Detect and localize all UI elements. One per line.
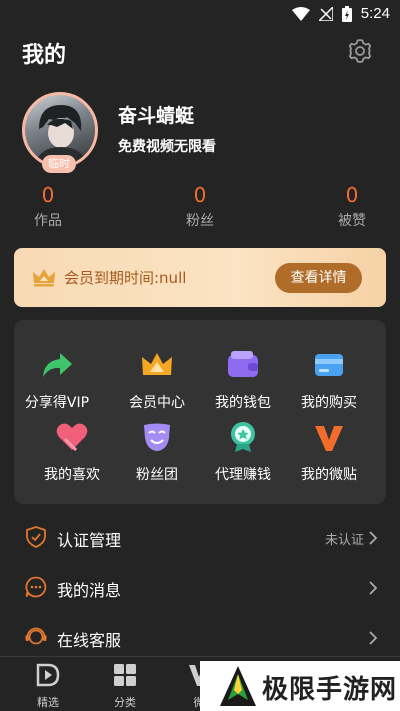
nav-item-featured[interactable]: 精选 [23,662,73,710]
view-details-button[interactable]: 查看详情 [275,263,362,293]
category-icon [114,664,136,686]
wallet-icon [228,351,258,377]
stat-value: 0 [41,183,55,207]
wifi-icon [291,6,310,21]
grid-item-wallet[interactable]: 我的钱包 [200,348,286,412]
stat-value: 0 [193,183,207,207]
user-subtitle: 免费视频无限看 [118,139,216,155]
medal-icon [231,422,255,452]
chevron-right-icon [369,631,378,645]
grid-item-purchases[interactable]: 我的购买 [286,348,372,412]
message-icon [25,576,47,598]
grid-label: 粉丝团 [136,467,178,483]
stat-likes[interactable]: 0 被赞 [312,182,392,230]
watermark-logo-icon [220,666,256,706]
grid-item-agent-earn[interactable]: 代理赚钱 [200,420,286,484]
nav-item-category[interactable]: 分类 [100,662,150,710]
grid-label: 会员中心 [129,395,185,411]
grid-label: 我的微贴 [301,467,357,483]
heart-icon [56,423,88,452]
gear-icon[interactable] [346,37,374,65]
status-time: 5:24 [360,5,390,22]
avatar-badge: 临时 [42,155,76,173]
grid-item-my-posts[interactable]: 我的微贴 [286,420,372,484]
grid-label: 我的喜欢 [44,467,100,483]
stat-value: 0 [345,183,359,207]
menu-label: 认证管理 [57,531,122,550]
vip-card: 会员到期时间:null 查看详情 [14,248,386,307]
battery-charging-icon [341,5,352,22]
headset-icon [25,627,47,645]
grid-item-favorites[interactable]: 我的喜欢 [29,420,115,484]
v-logo-icon [315,426,343,451]
nav-label: 精选 [37,696,59,709]
crown-icon [142,353,172,375]
no-signal-icon [318,6,333,21]
crown-icon [33,269,55,287]
watermark-text: 极限手游网 [262,675,398,705]
grid-item-fan-club[interactable]: 粉丝团 [114,420,200,484]
stat-fans[interactable]: 0 粉丝 [160,182,240,230]
play-icon [36,663,60,687]
menu-row-verification[interactable]: 认证管理 未认证 [0,513,400,563]
stat-label: 作品 [34,213,62,229]
username: 奋斗蜻蜓 [118,105,195,127]
vip-expiry-text: 会员到期时间:null [64,269,187,287]
grid-label: 代理赚钱 [215,467,271,483]
grid-item-share-vip[interactable]: 分享得VIP [14,348,100,412]
menu-row-messages[interactable]: 我的消息 [0,563,400,613]
shield-icon [26,526,46,548]
share-arrow-icon [43,353,72,377]
status-bar: 5:24 [0,0,400,28]
feature-grid: 分享得VIP 会员中心 我的钱包 我的购买 我的喜欢 粉丝团 代理赚钱 我的微贴 [14,320,386,504]
stat-works[interactable]: 0 作品 [8,182,88,230]
stat-label: 被赞 [338,213,366,229]
chevron-right-icon [369,581,378,595]
grid-label: 分享得VIP [24,395,90,411]
menu-label: 我的消息 [57,581,122,600]
watermark: 极限手游网 [200,661,400,711]
status-icons: 5:24 [291,5,390,22]
verification-status: 未认证 [324,533,364,548]
grid-label: 我的购买 [301,395,357,411]
chevron-right-icon [369,531,378,545]
stat-label: 粉丝 [186,213,214,229]
card-icon [315,354,343,376]
nav-label: 分类 [114,696,136,709]
grid-label: 我的钱包 [215,395,271,411]
mask-icon [144,423,170,451]
grid-item-vip-center[interactable]: 会员中心 [114,348,200,412]
menu-label: 在线客服 [57,631,122,650]
page-title: 我的 [22,43,67,68]
